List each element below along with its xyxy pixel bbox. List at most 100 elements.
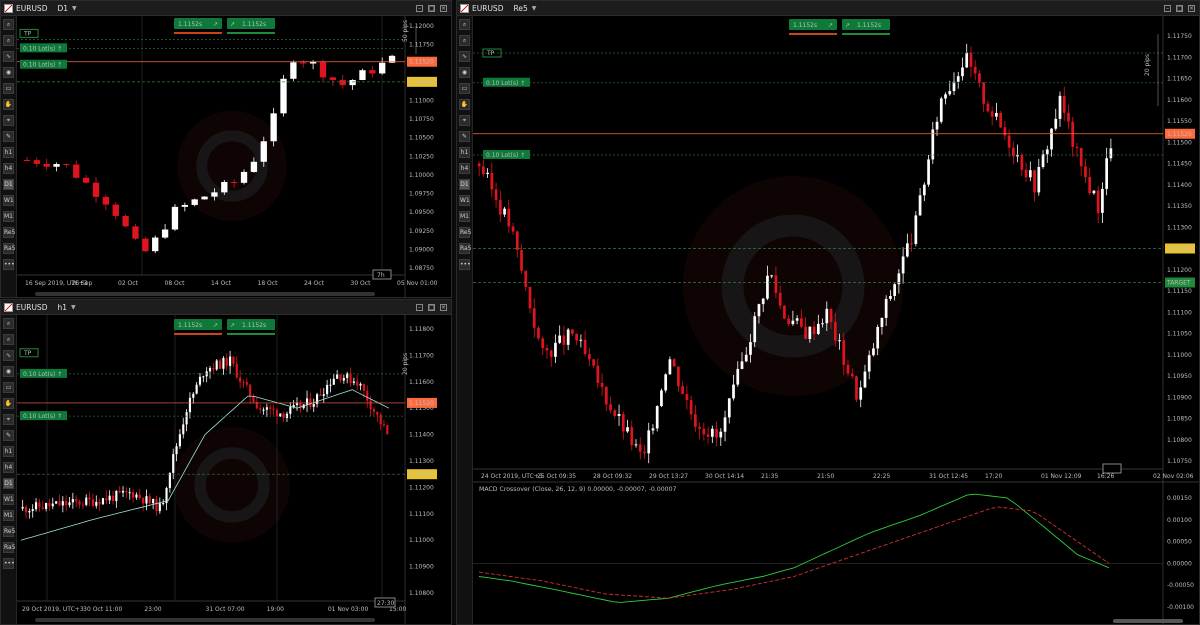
candle-body	[295, 403, 299, 406]
re5-icon[interactable]: Re5	[459, 227, 471, 238]
y-tick-label: 1.11200	[409, 484, 434, 491]
draw-icon[interactable]: ✎	[3, 430, 14, 441]
chevron-down-icon[interactable]: ▼	[532, 5, 537, 12]
more-icon[interactable]: •••	[3, 259, 15, 270]
candle-body	[698, 426, 701, 429]
x-tick-label: 01 Nov 03:00	[328, 606, 369, 613]
y-tick-label: 1.09250	[409, 228, 434, 235]
zoom-out-icon[interactable]: ⌕	[3, 35, 14, 46]
m1-icon[interactable]: M1	[459, 211, 470, 222]
w1-icon[interactable]: W1	[3, 494, 14, 505]
timeframe-selector[interactable]: D1	[57, 4, 68, 13]
candle-body	[235, 363, 238, 378]
h4-icon[interactable]: h4	[3, 462, 14, 473]
indicator-icon[interactable]: ∿	[3, 51, 14, 62]
m1-icon[interactable]: M1	[3, 510, 14, 521]
ra5-icon[interactable]: Ra5	[459, 243, 472, 254]
zoom-out-icon[interactable]: ⌕	[459, 35, 470, 46]
crosshair-icon[interactable]: ⌖	[3, 115, 14, 126]
pane-titlebar[interactable]: EURUSD h1 ▼ – □ ×	[1, 300, 451, 315]
re5-icon[interactable]: Re5	[3, 526, 15, 537]
h1-icon[interactable]: h1	[459, 147, 470, 158]
minimize-icon[interactable]: –	[416, 4, 423, 12]
minimize-icon[interactable]: –	[416, 303, 423, 311]
more-icon[interactable]: •••	[459, 259, 471, 270]
x-tick-label: 21:35	[761, 473, 778, 480]
hand-icon[interactable]: ✋	[459, 99, 470, 110]
candle-body	[592, 359, 595, 366]
more-icon[interactable]: •••	[3, 558, 15, 569]
arrow-icon: ↗	[230, 21, 235, 28]
h4-icon[interactable]: h4	[3, 163, 14, 174]
d1-icon[interactable]: D1	[3, 478, 14, 489]
w1-icon[interactable]: W1	[3, 195, 14, 206]
indicator-icon[interactable]: ∿	[459, 51, 470, 62]
close-icon[interactable]: ×	[440, 4, 447, 12]
chart-type-icon[interactable]: ▭	[3, 83, 14, 94]
symbol-selector[interactable]: EURUSD	[16, 4, 47, 13]
horizontal-scrollbar[interactable]	[35, 618, 375, 622]
m1-icon[interactable]: M1	[3, 211, 14, 222]
h1-icon[interactable]: h1	[3, 147, 14, 158]
close-icon[interactable]: ×	[1188, 4, 1195, 12]
candle-body	[939, 98, 943, 122]
candle-body	[511, 226, 515, 232]
candle-body	[105, 498, 108, 501]
crosshair-icon[interactable]: ⌖	[3, 414, 14, 425]
chart-pane-h1[interactable]: EURUSD h1 ▼ – □ × ⌕ ⌕ ∿ ◉ ▭ ✋ ⌖ ✎ h1 h4 D1 W1 M1 Re5 R…	[0, 299, 452, 625]
hand-icon[interactable]: ✋	[3, 398, 14, 409]
sentiment-icon[interactable]: ◉	[3, 67, 14, 78]
draw-icon[interactable]: ✎	[459, 131, 470, 142]
horizontal-scrollbar[interactable]	[1113, 619, 1183, 623]
d1-icon[interactable]: D1	[459, 179, 470, 190]
candle-body	[588, 354, 591, 360]
chart-pane-d1[interactable]: EURUSD D1 ▼ – □ × ⌕ ⌕ ∿ ◉ ▭ ✋ ⌖ ✎ h1 h4 D1 W1 M1 Re5 R…	[0, 0, 452, 298]
chevron-down-icon[interactable]: ▼	[72, 5, 77, 12]
maximize-icon[interactable]: □	[428, 4, 435, 12]
symbol-selector[interactable]: EURUSD	[472, 4, 503, 13]
candle-body	[626, 427, 629, 432]
w1-icon[interactable]: W1	[459, 195, 470, 206]
zoom-in-icon[interactable]: ⌕	[3, 318, 14, 329]
pane-titlebar[interactable]: EURUSD D1 ▼ – □ ×	[1, 1, 451, 16]
maximize-icon[interactable]: □	[1176, 4, 1183, 12]
ra5-icon[interactable]: Ra5	[3, 243, 16, 254]
h1-icon[interactable]: h1	[3, 446, 14, 457]
zoom-in-icon[interactable]: ⌕	[3, 19, 14, 30]
candle-body	[850, 373, 854, 377]
crosshair-icon[interactable]: ⌖	[459, 115, 470, 126]
zoom-in-icon[interactable]: ⌕	[459, 19, 470, 30]
chart-type-icon[interactable]: ▭	[459, 83, 470, 94]
candle-body	[490, 172, 494, 190]
re5-chart-canvas[interactable]: 1.11750 1.11700 1.11650 1.11600 1.11550 1.115…	[473, 16, 1200, 625]
d1-icon[interactable]: D1	[3, 179, 14, 190]
lot-label: 0.10 Lot(s) ↑	[23, 371, 62, 378]
zoom-out-icon[interactable]: ⌕	[3, 334, 14, 345]
candle-body	[249, 384, 252, 397]
hand-icon[interactable]: ✋	[3, 99, 14, 110]
close-icon[interactable]: ×	[440, 303, 447, 311]
chart-pane-re5[interactable]: EURUSD Re5 ▼ – □ × ⌕ ⌕ ∿ ◉ ▭ ✋ ⌖ ✎ h1 h4 D1 W1 M1 Re5…	[456, 0, 1200, 625]
re5-icon[interactable]: Re5	[3, 227, 15, 238]
candle-body	[172, 454, 175, 473]
h4-icon[interactable]: h4	[459, 163, 470, 174]
chart-type-icon[interactable]: ▭	[3, 382, 14, 393]
ra5-icon[interactable]: Ra5	[3, 542, 16, 553]
candle-body	[188, 397, 192, 413]
symbol-selector[interactable]: EURUSD	[16, 303, 47, 312]
sentiment-icon[interactable]: ◉	[3, 366, 14, 377]
minimize-icon[interactable]: –	[1164, 4, 1171, 12]
h1-chart-canvas[interactable]: 1.118001.117001.116001.115001.114001.113…	[17, 315, 452, 625]
candle-body	[961, 67, 964, 77]
draw-icon[interactable]: ✎	[3, 131, 14, 142]
indicator-icon[interactable]: ∿	[3, 350, 14, 361]
d1-chart-canvas[interactable]: 1.120001.117501.115001.112501.110001.107…	[17, 16, 452, 298]
y-tick-label: 1.11750	[1167, 33, 1192, 40]
chevron-down-icon[interactable]: ▼	[71, 304, 76, 311]
horizontal-scrollbar[interactable]	[35, 292, 375, 296]
sentiment-icon[interactable]: ◉	[459, 67, 470, 78]
pane-titlebar[interactable]: EURUSD Re5 ▼ – □ ×	[457, 1, 1199, 16]
timeframe-selector[interactable]: h1	[57, 303, 67, 312]
timeframe-selector[interactable]: Re5	[513, 4, 527, 13]
maximize-icon[interactable]: □	[428, 303, 435, 311]
